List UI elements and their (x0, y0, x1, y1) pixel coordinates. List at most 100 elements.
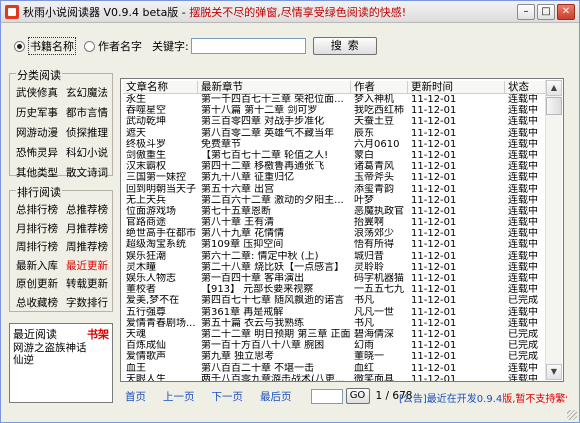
category-item[interactable]: 科幻小说 (66, 145, 116, 162)
column-header[interactable]: 更新时间 (408, 81, 505, 93)
table-row[interactable]: 五行强尊 第361章 再是戒解 凡凡一世 11-12-01 连载中 (123, 307, 547, 318)
table-cell: 【第七百七十二章 轮值之人! (201, 149, 329, 161)
radio-author-name[interactable] (84, 40, 95, 52)
table-row[interactable]: 董校者 【913】 元部长要来视察 一五五七九 11-12-01 连载中 (123, 284, 547, 295)
ranking-item[interactable]: 总推荐榜 (66, 202, 116, 219)
table-cell: 11-12-01 (411, 261, 457, 273)
category-item[interactable]: 都市言情 (66, 105, 116, 122)
maximize-button[interactable]: □ (537, 3, 555, 20)
table-row[interactable]: 灵木瞳 第二十八章 烧比妖【一点感言】 灵聆聆 11-12-01 连载中 (123, 262, 547, 273)
recent-item[interactable]: 网游之盗族神话 (13, 342, 109, 354)
table-cell: 连载中 (508, 273, 538, 284)
table-cell: 已完成 (508, 340, 538, 352)
table-cell: 第四十二章 移檄鲁再通张飞 (201, 161, 325, 173)
category-item[interactable]: 历史军事 (16, 105, 66, 122)
ranking-item[interactable]: 月推荐榜 (66, 221, 116, 238)
table-cell: 11-12-01 (411, 205, 457, 217)
ranking-item[interactable]: 周排行榜 (16, 239, 66, 256)
vertical-scrollbar[interactable]: ▲ ▼ (545, 80, 562, 380)
table-row[interactable]: 遮天 第八百零二章 英雄气不藏当年 辰东 11-12-01 连载中 (123, 128, 547, 139)
table-row[interactable]: 三国第一妹控 第九十八章 征重归亿 玉帝斧头 11-12-01 连载中 (123, 172, 547, 183)
resize-grip-icon[interactable] (567, 410, 577, 420)
table-cell: 无上天兵 (126, 194, 166, 206)
minimize-button[interactable]: – (517, 3, 535, 20)
table-row[interactable]: 天魂 第二十二章 明日预期 第三章 正面 碧海倩深 11-12-01 已完成 (123, 329, 547, 340)
search-button[interactable]: 搜索 (312, 37, 377, 55)
keyword-input[interactable] (190, 38, 306, 54)
category-item[interactable]: 其他类型 (16, 165, 66, 182)
table-cell: 书凡 (354, 317, 374, 329)
scroll-thumb[interactable] (546, 97, 562, 115)
table-row[interactable]: 回到明朝当天子 第五十六章 出宫 添玺青韵 11-12-01 连载中 (123, 184, 547, 195)
page-number-input[interactable] (310, 388, 343, 404)
prev-page-link[interactable]: 上一页 (163, 389, 195, 404)
next-page-link[interactable]: 下一页 (212, 389, 244, 404)
radio-book-name-label[interactable]: 书籍名称 (28, 37, 76, 55)
category-item[interactable]: 侦探推理 (66, 125, 116, 142)
category-item[interactable]: 武侠修真 (16, 85, 66, 102)
window-title: 秋雨小说阅读器 V0.9.4 beta版 - 摆脱关不尽的弹窗,尽情享受绿色阅读… (23, 4, 406, 20)
ranking-item[interactable]: 总排行榜 (16, 202, 66, 219)
ranking-item[interactable]: 周推荐榜 (66, 239, 116, 256)
ranking-item[interactable]: 总收藏榜 (16, 295, 66, 312)
table-row[interactable]: 吞噬星空 第十八篇 第十二章 剑可罗 我吃西红柿 11-12-01 连载中 (123, 105, 547, 116)
table-row[interactable]: 永生 第一千四百七十三章 荣祀位面... 梦入神机 11-12-01 连载中 (123, 94, 547, 105)
table-row[interactable]: 武动乾坤 第三百零四章 对战手步准化 天蚕土豆 11-12-01 连载中 (123, 116, 547, 127)
table-cell: 第七十五章恩断 (201, 205, 271, 217)
table-row[interactable]: 位面游戏场 第七十五章恩断 恶魔执政官 11-12-01 连载中 (123, 206, 547, 217)
table-row[interactable]: 绝世高手在都市 第八十九章 花情情 浪荡郊少 11-12-01 连载中 (123, 228, 547, 239)
go-button[interactable]: GO (345, 388, 370, 404)
category-item[interactable]: 散文诗词 (66, 165, 116, 182)
table-cell: 回到明朝当天子 (126, 183, 196, 195)
recent-item[interactable]: 仙逆 (13, 354, 109, 366)
ranking-item[interactable]: 原创更新 (16, 276, 66, 293)
table-cell: 五行强尊 (126, 306, 166, 318)
table-cell: 董校者 (126, 284, 156, 296)
column-header[interactable]: 文章名称 (123, 81, 198, 93)
ranking-item[interactable]: 字数排行 (66, 295, 116, 312)
table-row[interactable]: 天眼人生 两千八百零九章游击战术(八更... 微笑面具 11-12-01 连载中 (123, 373, 547, 382)
close-button[interactable]: ✕ (557, 3, 575, 20)
radio-author-name-label[interactable]: 作者名字 (98, 38, 142, 54)
scroll-down-icon[interactable]: ▼ (546, 364, 562, 380)
app-window: 秋雨小说阅读器 V0.9.4 beta版 - 摆脱关不尽的弹窗,尽情享受绿色阅读… (0, 0, 580, 423)
ranking-item[interactable]: 转载更新 (66, 276, 116, 293)
ranking-item[interactable]: 最新入库 (16, 258, 66, 275)
radio-book-name[interactable] (14, 40, 25, 52)
first-page-link[interactable]: 首页 (125, 389, 146, 404)
scroll-up-icon[interactable]: ▲ (546, 80, 562, 96)
column-header[interactable]: 作者 (351, 81, 408, 93)
column-header[interactable]: 状态 (505, 81, 547, 93)
table-cell: 蒙白 (354, 149, 374, 161)
table-row[interactable]: 娱乐人物志 第一百四十章 客串演出 码字机器猫 11-12-01 连载中 (123, 273, 547, 284)
table-row[interactable]: 血王 第八百百二十章 不堪一击 血红 11-12-01 连载中 (123, 363, 547, 374)
table-row[interactable]: 终极斗罗 免费章节 六月0610 11-12-01 连载中 (123, 139, 547, 150)
bookshelf-link[interactable]: 书架 (87, 326, 109, 342)
category-group-title: 分类阅读 (16, 67, 62, 83)
table-row[interactable]: 娱乐狂潮 第六十二章: 情定中秋 (上) 城归昔 11-12-01 连载中 (123, 251, 547, 262)
table-cell: 11-12-01 (411, 306, 457, 318)
column-header[interactable]: 最新章节 (198, 81, 351, 93)
table-row[interactable]: 无上天兵 第二百六十二章 激动的夕阳主... 叶梦 11-12-01 连载中 (123, 195, 547, 206)
table-row[interactable]: 爱美,梦不在 第四百七十七章 随风飘逝的诺言 书凡 11-12-01 已完成 (123, 295, 547, 306)
table-row[interactable]: 汉末霸权 第四十二章 移檄鲁再通张飞 诸葛青风 11-12-01 连载中 (123, 161, 547, 172)
table-row[interactable]: 剑傲重生 【第七百七十二章 轮值之人! 蒙白 11-12-01 连载中 (123, 150, 547, 161)
table-cell: 血红 (354, 362, 374, 374)
category-item[interactable]: 玄幻魔法 (66, 85, 116, 102)
table-cell: 第三百零四章 对战手步准化 (201, 116, 325, 128)
table-row[interactable]: 爱情歌声 第九章 独立思考 董晓一 11-12-01 已完成 (123, 351, 547, 362)
table-cell: 连载中 (508, 138, 538, 150)
table-row[interactable]: 爱情青春剧场... 第五十篇 衣云与我熟练 书凡 11-12-01 连载中 (123, 318, 547, 329)
table-row[interactable]: 百炼成仙 第一百十方百八十八章 腕困 幻雨 11-12-01 已完成 (123, 340, 547, 351)
table-cell: 11-12-01 (411, 138, 457, 150)
category-item[interactable]: 网游动漫 (16, 125, 66, 142)
table-cell: 微笑面具 (354, 373, 394, 382)
table-cell: 爱情歌声 (126, 351, 166, 363)
last-page-link[interactable]: 最后页 (260, 389, 292, 404)
ranking-item-selected[interactable]: 最近更新 (66, 258, 116, 275)
category-item[interactable]: 恐怖灵异 (16, 145, 66, 162)
table-row[interactable]: 官路商途 第八十章 王有清 抬翼啊 11-12-01 连载中 (123, 217, 547, 228)
table-row[interactable]: 超级淘宝系统 第109章 压抑空间 悟有所得 11-12-01 连载中 (123, 239, 547, 250)
ranking-item[interactable]: 月排行榜 (16, 221, 66, 238)
announcement-ticker[interactable]: [公告]最近在开发0.9.4版,暂不支持繁体阅读 (399, 390, 567, 405)
